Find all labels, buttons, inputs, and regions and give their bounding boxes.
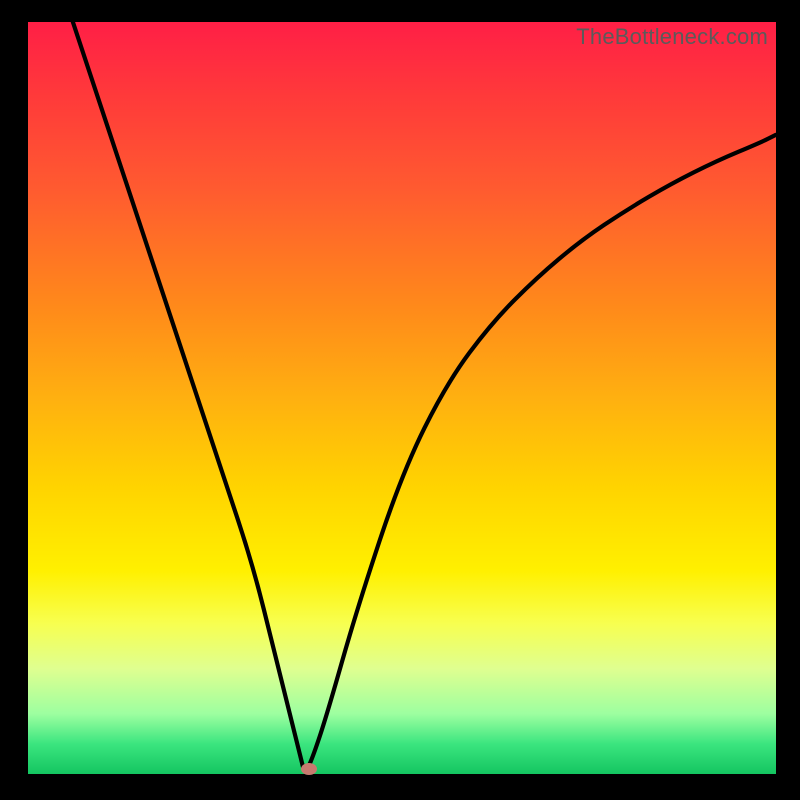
- optimal-point-marker: [301, 763, 317, 775]
- chart-frame: TheBottleneck.com: [0, 0, 800, 800]
- plot-area: TheBottleneck.com: [28, 22, 776, 774]
- bottleneck-curve: [73, 22, 776, 770]
- curve-svg: [28, 22, 776, 774]
